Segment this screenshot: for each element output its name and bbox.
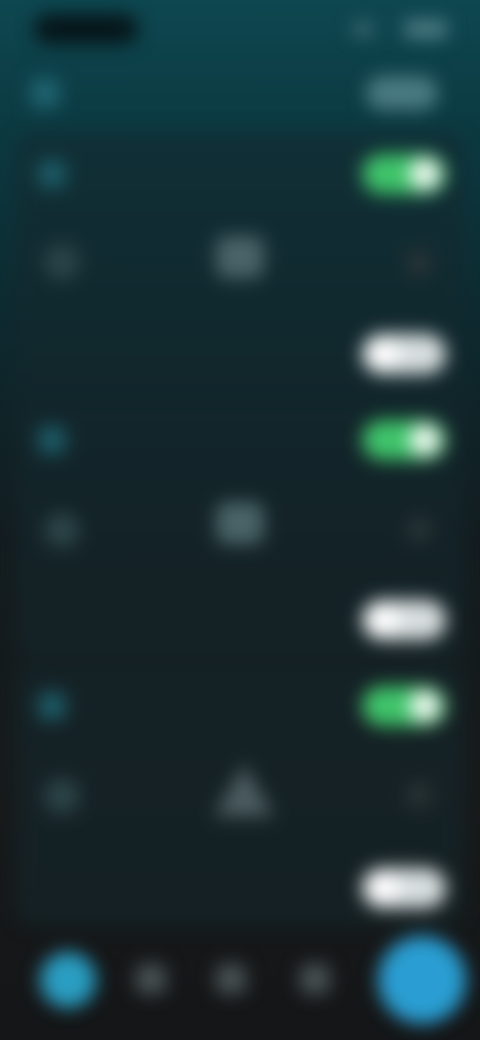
card-sub-toggle[interactable] [362,600,446,640]
card-sub-label [84,878,234,900]
device-card-1 [16,132,464,394]
circle-icon[interactable] [44,512,80,548]
settings-icon[interactable] [300,964,330,994]
card-sub-toggle[interactable] [362,334,446,374]
bottom-nav [0,930,480,1040]
square-icon[interactable] [216,236,264,278]
dot-icon[interactable] [406,250,432,276]
toggle-knob [409,690,441,722]
status-pill [34,14,138,44]
card-sub-label [84,344,234,366]
card-sub-label [84,610,234,632]
screen [0,0,480,1040]
device-icon [38,426,66,454]
card-header-row[interactable] [16,420,464,460]
card-sub-toggle[interactable] [362,868,446,908]
device-icon [38,692,66,720]
circle-icon[interactable] [44,778,80,814]
device-card-2 [16,398,464,660]
toggle-knob [367,872,399,904]
list-icon[interactable] [216,964,246,994]
header-row [20,62,460,122]
card-header-row[interactable] [16,686,464,726]
toggle-knob [409,424,441,456]
device-icon [38,160,66,188]
device-card-3 [16,664,464,926]
dot-icon[interactable] [406,516,432,542]
status-bar [0,0,480,60]
card-sub-row[interactable] [16,868,464,908]
add-icon[interactable] [378,936,466,1024]
card-title [84,164,234,186]
card-title [84,696,234,718]
circle-icon[interactable] [44,244,80,280]
card-sub-row[interactable] [16,600,464,640]
header-action-button[interactable] [366,76,438,110]
toggle-knob [367,604,399,636]
square-icon[interactable] [216,502,264,544]
card-sub-row[interactable] [16,334,464,374]
card-toggle[interactable] [362,420,446,460]
toggle-knob [367,338,399,370]
card-toggle[interactable] [362,154,446,194]
card-header-row[interactable] [16,154,464,194]
battery-icon [404,20,448,38]
triangle-icon[interactable] [214,764,274,816]
app-icon [30,78,60,108]
grid-icon[interactable] [136,964,166,994]
toggle-knob [409,158,441,190]
card-toggle[interactable] [362,686,446,726]
signal-icon [352,22,374,36]
dot-icon[interactable] [406,782,432,808]
home-icon[interactable] [40,952,96,1008]
card-title [84,430,234,452]
header-title [84,82,234,102]
blurred-content [0,0,480,1040]
